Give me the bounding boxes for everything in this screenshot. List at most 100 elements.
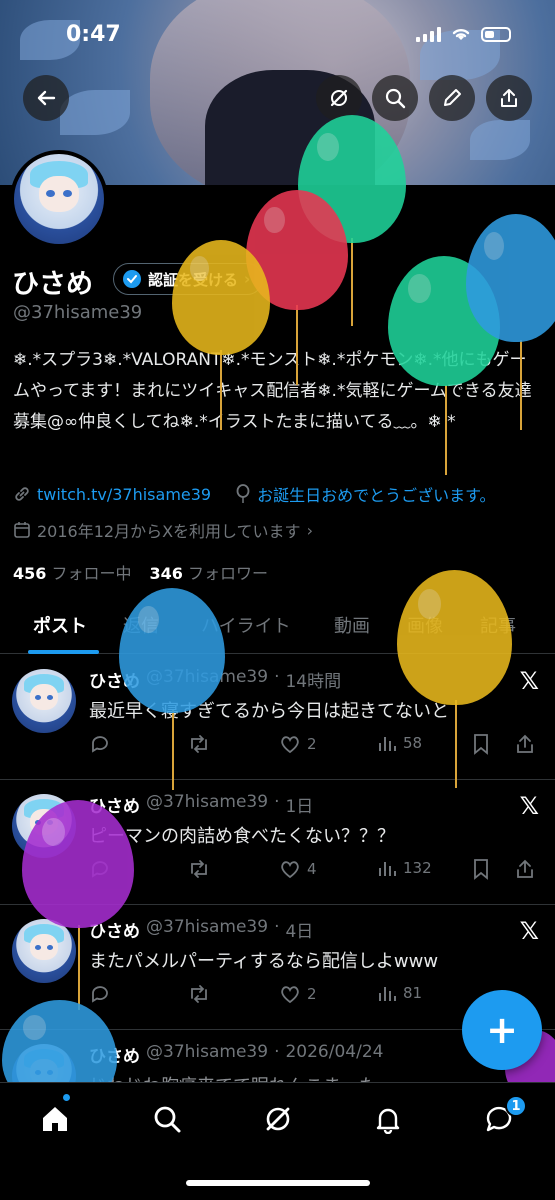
verified-badge-icon xyxy=(123,270,141,288)
post-text: またパメルパーティするなら配信しよwww xyxy=(89,951,439,972)
post-author-handle: @37hisame39 xyxy=(146,917,269,937)
tab-posts[interactable]: ポスト xyxy=(33,600,87,650)
post-author-handle: @37hisame39 xyxy=(146,792,269,812)
birthday-text: お誕生日おめでとうございます。 xyxy=(257,486,496,505)
share-button[interactable] xyxy=(486,75,532,121)
share-icon xyxy=(517,859,533,878)
post-avatar[interactable] xyxy=(12,669,76,733)
balloon-icon xyxy=(236,484,250,503)
followers-count: 346 xyxy=(149,564,183,583)
balloon-string xyxy=(445,385,447,475)
profile-avatar[interactable] xyxy=(10,150,108,248)
bookmark-icon xyxy=(474,859,488,880)
share-post-button[interactable] xyxy=(515,858,535,880)
repost-button[interactable] xyxy=(187,858,211,880)
followers-link[interactable]: 346 フォロワー xyxy=(150,560,269,584)
tab-videos[interactable]: 動画 xyxy=(334,600,370,650)
balloon-blue xyxy=(466,214,555,342)
status-bar: 0:47 xyxy=(0,22,555,52)
views-count: 132 xyxy=(403,859,432,877)
grok-icon xyxy=(330,89,348,107)
share-post-button[interactable] xyxy=(515,733,535,755)
post-text: ピーマンの肉詰め食べたくない？？？ xyxy=(89,826,395,847)
grok-icon xyxy=(266,1107,290,1131)
share-icon xyxy=(501,89,517,107)
grok-button[interactable] xyxy=(316,75,362,121)
heart-icon xyxy=(281,986,299,1004)
x-logo-icon: 𝕏 xyxy=(519,792,539,820)
status-time: 0:47 xyxy=(66,22,121,47)
messages-badge: 1 xyxy=(505,1095,527,1117)
repost-button[interactable] xyxy=(187,983,211,1005)
signal-icon xyxy=(416,26,441,42)
search-icon xyxy=(154,1106,181,1133)
post-actions: 4 132 xyxy=(89,858,539,884)
profile-handle: @37hisame39 xyxy=(13,302,143,323)
profile-link[interactable]: twitch.tv/37hisame39 xyxy=(37,485,211,504)
home-new-dot xyxy=(63,1094,70,1101)
followers-label: フォロワー xyxy=(188,564,269,583)
profile-link-item[interactable]: twitch.tv/37hisame39 xyxy=(13,485,211,504)
views-count: 81 xyxy=(403,984,423,1002)
edit-profile-button[interactable] xyxy=(429,75,475,121)
balloon-yellow xyxy=(397,570,512,705)
share-icon xyxy=(517,734,533,753)
repost-icon xyxy=(191,985,207,1003)
reply-button[interactable] xyxy=(89,983,111,1005)
balloon-string xyxy=(520,340,522,430)
x-logo-icon: 𝕏 xyxy=(519,917,539,945)
post-separator: · xyxy=(274,917,280,937)
views-button[interactable]: 81 xyxy=(377,983,422,1003)
post-time: 1日 xyxy=(285,797,314,817)
reply-button[interactable] xyxy=(89,733,111,755)
like-button[interactable]: 4 xyxy=(279,858,317,880)
bookmark-button[interactable] xyxy=(472,858,490,880)
post-header: ひさめ @37hisame39 · 2026/04/24 xyxy=(89,1042,383,1067)
nav-grok[interactable] xyxy=(260,1101,296,1137)
views-button[interactable]: 132 xyxy=(377,858,432,878)
repost-icon xyxy=(191,735,207,753)
post-separator: · xyxy=(274,1042,280,1062)
bookmark-icon xyxy=(474,734,488,755)
heart-icon xyxy=(281,861,299,879)
like-button[interactable]: 2 xyxy=(279,733,317,755)
joined-text: 2016年12月からXを利用しています xyxy=(37,522,301,541)
bookmark-button[interactable] xyxy=(472,733,490,755)
views-icon xyxy=(379,862,396,876)
views-icon xyxy=(379,987,396,1001)
wifi-icon xyxy=(452,28,470,40)
nav-notifications[interactable] xyxy=(370,1101,406,1137)
views-icon xyxy=(379,737,396,751)
repost-button[interactable] xyxy=(187,733,211,755)
post-separator: · xyxy=(274,667,280,687)
like-button[interactable]: 2 xyxy=(279,983,317,1005)
post-actions: 2 58 xyxy=(89,733,539,759)
follow-stats: 456 フォロー中 346 フォロワー xyxy=(13,560,268,584)
post-avatar[interactable] xyxy=(12,919,76,983)
nav-search[interactable] xyxy=(149,1101,185,1137)
compose-post-button[interactable]: + xyxy=(462,990,542,1070)
search-button[interactable] xyxy=(372,75,418,121)
post-time: 2026/04/24 xyxy=(285,1042,384,1062)
banner-decoration xyxy=(60,90,130,135)
chevron-right-icon: › xyxy=(306,520,313,540)
nav-home[interactable] xyxy=(37,1101,73,1137)
post-header: ひさめ @37hisame39 · 4日 xyxy=(89,917,313,942)
following-count: 456 xyxy=(13,564,47,583)
x-logo-icon: 𝕏 xyxy=(519,667,539,695)
profile-name: ひさめ xyxy=(12,269,93,300)
following-link[interactable]: 456 フォロー中 xyxy=(13,560,132,584)
reply-icon xyxy=(92,986,108,1003)
like-count: 4 xyxy=(307,860,317,878)
balloon-string xyxy=(351,238,353,326)
balloon-string xyxy=(296,305,298,385)
back-button[interactable] xyxy=(23,75,69,121)
like-count: 2 xyxy=(307,985,317,1003)
battery-icon xyxy=(481,26,511,42)
status-icons xyxy=(416,26,511,42)
reply-icon xyxy=(92,736,108,753)
joined-item: 2016年12月からXを利用しています › xyxy=(13,518,313,542)
views-button[interactable]: 58 xyxy=(377,733,422,753)
search-icon xyxy=(385,88,406,109)
balloon-string xyxy=(172,710,174,790)
